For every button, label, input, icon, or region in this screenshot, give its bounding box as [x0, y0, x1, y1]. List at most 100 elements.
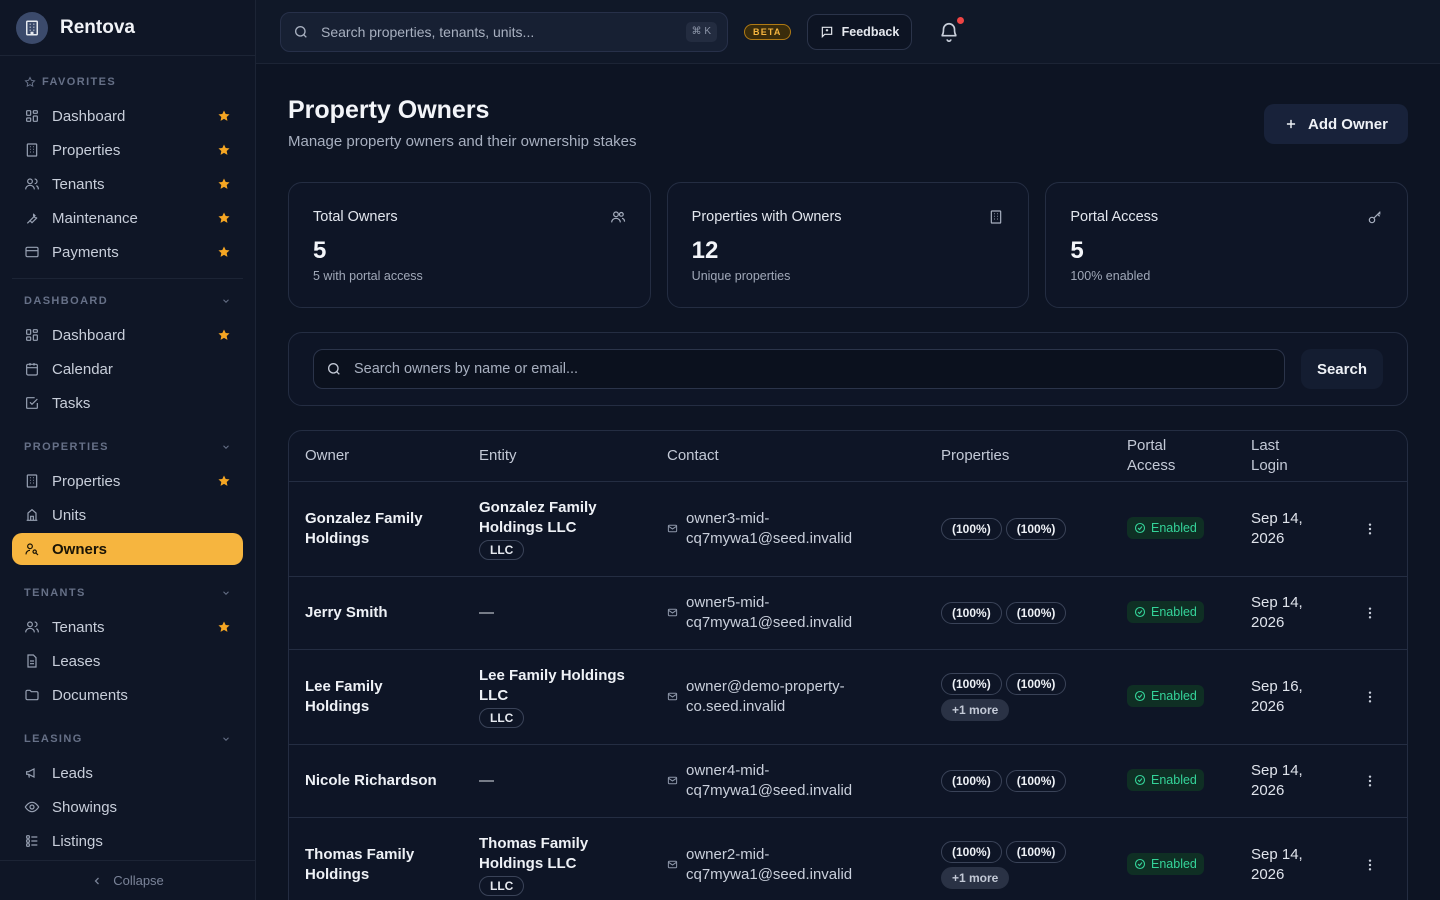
owner-name[interactable]: Nicole Richardson: [305, 772, 437, 789]
property-stake-pill[interactable]: (100%): [941, 517, 1002, 540]
property-stake-pill[interactable]: (100%): [941, 672, 1002, 695]
page-title: Property Owners: [288, 96, 490, 124]
property-stake-pill[interactable]: (100%): [941, 769, 1002, 792]
sidebar-item-tenants[interactable]: Tenants: [12, 611, 243, 643]
table-row[interactable]: Nicole Richardson — owner4-mid-cq7mywa1@…: [289, 744, 1407, 818]
property-stake-pill[interactable]: (100%): [941, 601, 1002, 624]
header-text: Portal: [1127, 436, 1167, 454]
table-row[interactable]: Thomas Family Holdings Thomas Family Hol…: [289, 817, 1407, 900]
sidebar-item-leads[interactable]: Leads: [12, 757, 243, 789]
section-leasing[interactable]: LEASING: [0, 729, 255, 749]
mail-icon: [667, 608, 678, 617]
sidebar-item-dashboard[interactable]: Dashboard: [12, 319, 243, 351]
property-stake-pill[interactable]: (100%): [1005, 840, 1067, 863]
message-square-icon: [821, 26, 832, 38]
stat-card-portal-access: Portal Access 5 100% enabled: [1045, 182, 1409, 308]
sidebar-item-label: Calendar: [52, 360, 113, 378]
property-stake-pill[interactable]: (100%): [1005, 601, 1067, 624]
contact-email[interactable]: owner5-mid-cq7mywa1@seed.invalid: [667, 593, 909, 633]
stat-value: 12: [691, 237, 719, 264]
sidebar-item-calendar[interactable]: Calendar: [12, 353, 243, 385]
more-properties-pill[interactable]: +1 more: [941, 866, 1010, 889]
more-properties-pill[interactable]: +1 more: [941, 698, 1010, 721]
more-vertical-icon[interactable]: [1362, 605, 1378, 621]
column-header-properties[interactable]: Properties: [925, 431, 1111, 482]
star-icon[interactable]: [217, 109, 231, 123]
property-stake-pill[interactable]: (100%): [1005, 517, 1067, 540]
section-properties[interactable]: PROPERTIES: [0, 437, 255, 457]
owner-name[interactable]: Gonzalez Family Holdings: [305, 510, 423, 547]
contact-email[interactable]: owner2-mid-cq7mywa1@seed.invalid: [667, 845, 909, 885]
more-vertical-icon[interactable]: [1362, 773, 1378, 789]
column-header-actions: [1331, 431, 1407, 482]
star-icon[interactable]: [217, 211, 231, 225]
search-icon: [328, 363, 340, 375]
more-vertical-icon[interactable]: [1362, 689, 1378, 705]
search-button[interactable]: Search: [1300, 349, 1383, 389]
chevron-down-icon[interactable]: [221, 296, 231, 306]
sidebar-item-tasks[interactable]: Tasks: [12, 387, 243, 419]
star-icon[interactable]: [217, 474, 231, 488]
add-owner-button[interactable]: Add Owner: [1263, 104, 1408, 144]
sidebar-item-units[interactable]: Units: [12, 499, 243, 531]
collapse-label: Collapse: [113, 873, 164, 888]
sidebar-item-payments[interactable]: Payments: [12, 236, 243, 268]
sidebar-item-listings[interactable]: Listings: [12, 825, 243, 857]
sidebar-item-owners[interactable]: Owners: [12, 533, 243, 565]
search-icon: [295, 25, 307, 38]
more-vertical-icon[interactable]: [1362, 521, 1378, 537]
more-vertical-icon[interactable]: [1362, 857, 1378, 873]
column-header-last-login[interactable]: Last Login: [1235, 431, 1331, 482]
chevron-down-icon[interactable]: [221, 442, 231, 452]
table-row[interactable]: Jerry Smith — owner5-mid-cq7mywa1@seed.i…: [289, 576, 1407, 650]
star-icon[interactable]: [217, 620, 231, 634]
check-circle-icon: [1134, 858, 1146, 870]
page-header: Property Owners Manage property owners a…: [288, 64, 1408, 150]
entity-type-badge: LLC: [479, 707, 525, 728]
contact-email[interactable]: owner@demo-property-co.seed.invalid: [667, 677, 909, 717]
star-icon[interactable]: [217, 177, 231, 191]
global-search[interactable]: ⌘ K: [280, 11, 728, 52]
property-stake-pill[interactable]: (100%): [941, 840, 1002, 863]
star-icon[interactable]: [217, 328, 231, 342]
brand[interactable]: Rentova: [0, 0, 255, 56]
users-icon: [25, 621, 39, 633]
column-header-portal-access[interactable]: Portal Access: [1111, 431, 1235, 482]
notifications-button[interactable]: [938, 16, 965, 43]
chevron-down-icon[interactable]: [221, 734, 231, 744]
bell-icon: [941, 22, 958, 42]
section-tenants[interactable]: TENANTS: [0, 583, 255, 603]
sidebar-item-properties[interactable]: Properties: [12, 465, 243, 497]
sidebar-item-maintenance[interactable]: Maintenance: [12, 202, 243, 234]
contact-email[interactable]: owner3-mid-cq7mywa1@seed.invalid: [667, 509, 909, 549]
star-icon[interactable]: [217, 143, 231, 157]
owner-name[interactable]: Jerry Smith: [305, 604, 388, 621]
sidebar-item-properties[interactable]: Properties: [12, 134, 243, 166]
column-header-contact[interactable]: Contact: [651, 431, 925, 482]
sidebar-item-tenants[interactable]: Tenants: [12, 168, 243, 200]
table-row[interactable]: Gonzalez Family Holdings Gonzalez Family…: [289, 481, 1407, 577]
feedback-button[interactable]: Feedback: [806, 13, 913, 50]
column-header-entity[interactable]: Entity: [463, 431, 651, 482]
sidebar-item-showings[interactable]: Showings: [12, 791, 243, 823]
chevron-down-icon[interactable]: [221, 588, 231, 598]
sidebar-item-dashboard[interactable]: Dashboard: [12, 100, 243, 132]
collapse-button[interactable]: Collapse: [0, 860, 255, 900]
property-stake-pill[interactable]: (100%): [1005, 769, 1067, 792]
column-header-owner[interactable]: Owner: [289, 431, 463, 482]
check-circle-icon: [1134, 522, 1146, 534]
owner-search-input[interactable]: [354, 361, 1272, 377]
star-icon[interactable]: [217, 245, 231, 259]
property-stake-pill[interactable]: (100%): [1005, 672, 1067, 695]
table-header-row: Owner Entity Contact Properties Portal Ac…: [289, 431, 1407, 482]
contact-email[interactable]: owner4-mid-cq7mywa1@seed.invalid: [667, 761, 909, 801]
sidebar-item-leases[interactable]: Leases: [12, 645, 243, 677]
sidebar-item-documents[interactable]: Documents: [12, 679, 243, 711]
owner-name[interactable]: Lee Family Holdings: [305, 678, 383, 715]
section-dashboard[interactable]: DASHBOARD: [0, 291, 255, 311]
table-row[interactable]: Lee Family Holdings Lee Family Holdings …: [289, 649, 1407, 745]
stat-value: 5: [313, 237, 327, 264]
global-search-input[interactable]: [321, 23, 686, 40]
owner-search[interactable]: [313, 349, 1285, 389]
owner-name[interactable]: Thomas Family Holdings: [305, 846, 414, 883]
